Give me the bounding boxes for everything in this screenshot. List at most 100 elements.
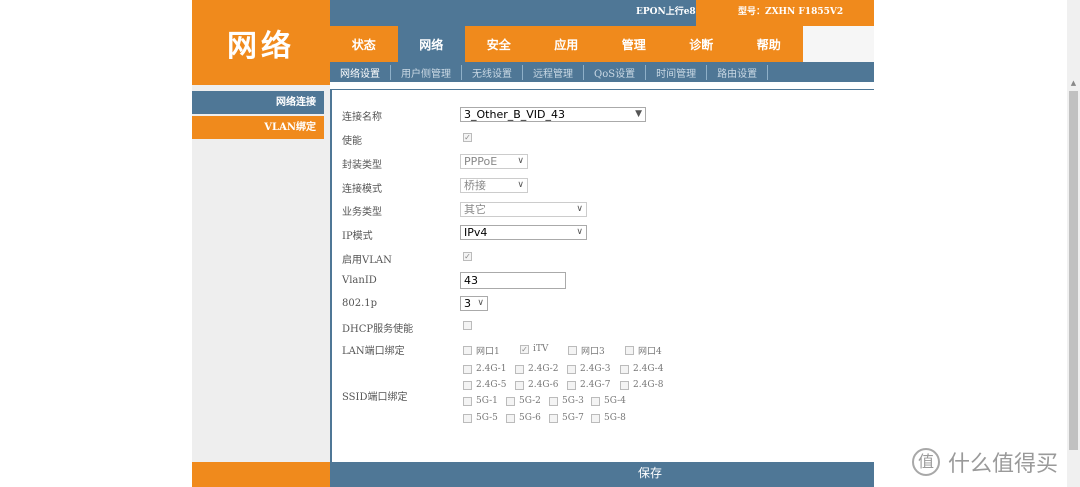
ssid-5g-1[interactable]: 5G-1	[463, 396, 498, 406]
ssid-2g-7-checkbox[interactable]	[567, 380, 576, 390]
lan-port-1-checkbox[interactable]	[463, 346, 472, 355]
ssid-label: 5G-4	[604, 396, 626, 406]
encapsulation-select[interactable]: PPPoE ∨	[460, 154, 528, 169]
ssid-2g-2[interactable]: 2.4G-2	[515, 364, 558, 374]
lan-port-4[interactable]: 网口4	[625, 344, 662, 357]
chevron-down-icon: ∨	[477, 298, 484, 308]
nav-filler	[803, 26, 874, 62]
ssid-5g-7-checkbox[interactable]	[549, 413, 558, 423]
ssid-2g-4-checkbox[interactable]	[620, 364, 629, 374]
ssid-2g-6-checkbox[interactable]	[515, 380, 524, 390]
ssid-5g-7[interactable]: 5G-7	[549, 413, 584, 423]
ssid-5g-3-checkbox[interactable]	[549, 396, 558, 406]
lan-port-itv-checkbox[interactable]: ✓	[520, 344, 529, 354]
watermark-logo-icon: 值	[912, 448, 940, 476]
lan-port-3-checkbox[interactable]	[568, 346, 577, 355]
encapsulation-value: PPPoE	[464, 155, 498, 168]
enable-vlan-checkbox[interactable]: ✓	[463, 252, 472, 261]
connection-mode-value: 桥接	[464, 179, 486, 192]
lan-port-itv[interactable]: ✓ iTV	[520, 344, 548, 354]
chevron-down-icon: ∨	[576, 204, 583, 214]
chevron-down-icon: ∨	[517, 156, 524, 166]
ssid-label: 2.4G-7	[580, 380, 611, 390]
ssid-5g-4-checkbox[interactable]	[591, 396, 600, 406]
subtab-routing[interactable]: 路由设置	[707, 64, 769, 80]
lan-port-3-label: 网口3	[581, 347, 605, 357]
tab-help[interactable]: 帮助	[735, 26, 803, 62]
sidebar-item-vlan-binding[interactable]: VLAN绑定	[192, 116, 324, 139]
ssid-5g-3[interactable]: 5G-3	[549, 396, 584, 406]
ssid-5g-8-checkbox[interactable]	[591, 413, 600, 423]
ssid-label: 2.4G-2	[528, 364, 559, 374]
subtab-wireless[interactable]: 无线设置	[462, 64, 523, 80]
ssid-2g-3[interactable]: 2.4G-3	[567, 364, 610, 374]
ssid-2g-1-checkbox[interactable]	[463, 364, 472, 374]
subtab-network-settings[interactable]: 网络设置	[330, 64, 391, 80]
scrollbar-thumb[interactable]	[1069, 91, 1078, 450]
ssid-5g-6-checkbox[interactable]	[506, 413, 515, 423]
service-type-select[interactable]: 其它 ∨	[460, 202, 587, 217]
ssid-2g-4[interactable]: 2.4G-4	[620, 364, 663, 374]
tab-application[interactable]: 应用	[533, 26, 601, 62]
ssid-label: 2.4G-5	[476, 380, 507, 390]
lan-port-4-label: 网口4	[638, 347, 662, 357]
priority-value: 3	[464, 297, 471, 310]
chevron-down-icon: ∨	[576, 227, 583, 237]
tab-security[interactable]: 安全	[465, 26, 533, 62]
footer-left	[192, 462, 330, 487]
ssid-2g-2-checkbox[interactable]	[515, 364, 524, 374]
connection-name-value: 3_Other_B_VID_43	[464, 108, 566, 121]
ssid-label: 5G-5	[476, 413, 498, 423]
ssid-5g-4[interactable]: 5G-4	[591, 396, 626, 406]
sidebar-item-network-connection[interactable]: 网络连接	[192, 91, 324, 114]
connection-name-select[interactable]: 3_Other_B_VID_43 ▼	[460, 107, 646, 122]
encapsulation-label: 封装类型	[342, 160, 382, 171]
subtab-qos[interactable]: QoS设置	[584, 64, 647, 80]
ssid-5g-2-checkbox[interactable]	[506, 396, 515, 406]
vlan-id-label: VlanID	[342, 275, 377, 286]
chevron-down-icon: ∨	[517, 180, 524, 190]
ssid-5g-1-checkbox[interactable]	[463, 396, 472, 406]
tab-network[interactable]: 网络	[397, 26, 465, 62]
ssid-5g-6[interactable]: 5G-6	[506, 413, 541, 423]
ssid-5g-8[interactable]: 5G-8	[591, 413, 626, 423]
ssid-2g-3-checkbox[interactable]	[567, 364, 576, 374]
ssid-2g-5-checkbox[interactable]	[463, 380, 472, 390]
connection-mode-select[interactable]: 桥接 ∨	[460, 178, 528, 193]
ip-mode-label: IP模式	[342, 231, 373, 242]
watermark-text: 什么值得买	[948, 452, 1059, 477]
service-type-label: 业务类型	[342, 207, 382, 218]
ssid-5g-5-checkbox[interactable]	[463, 413, 472, 423]
ssid-5g-5[interactable]: 5G-5	[463, 413, 498, 423]
subtab-remote[interactable]: 远程管理	[523, 64, 584, 80]
priority-select[interactable]: 3 ∨	[460, 296, 488, 311]
subtab-user-side[interactable]: 用户侧管理	[391, 64, 462, 80]
device-info: EPON上行e8-C	[636, 7, 696, 17]
model-info: 型号：ZXHN F1855V2	[696, 0, 874, 26]
ssid-2g-6[interactable]: 2.4G-6	[515, 380, 558, 390]
ssid-2g-7[interactable]: 2.4G-7	[567, 380, 610, 390]
ssid-2g-5[interactable]: 2.4G-5	[463, 380, 506, 390]
ssid-2g-8-checkbox[interactable]	[620, 380, 629, 390]
lan-port-3[interactable]: 网口3	[568, 344, 605, 357]
enable-checkbox[interactable]: ✓	[463, 133, 472, 142]
tab-management[interactable]: 管理	[600, 26, 668, 62]
ssid-2g-1[interactable]: 2.4G-1	[463, 364, 506, 374]
vlan-id-input[interactable]: 43	[460, 272, 566, 289]
lan-port-1[interactable]: 网口1	[463, 344, 500, 357]
subtab-time[interactable]: 时间管理	[646, 64, 708, 80]
tab-diagnosis[interactable]: 诊断	[668, 26, 736, 62]
lan-port-4-checkbox[interactable]	[625, 346, 634, 355]
tab-status[interactable]: 状态	[330, 26, 398, 62]
ip-mode-select[interactable]: IPv4 ∨	[460, 225, 587, 240]
dhcp-label: DHCP服务使能	[342, 324, 414, 335]
content-panel	[330, 89, 874, 462]
priority-label: 802.1p	[342, 298, 378, 309]
save-button[interactable]: 保存	[620, 463, 680, 485]
ssid-2g-8[interactable]: 2.4G-8	[620, 380, 663, 390]
page-logo-title: 网络	[192, 0, 330, 85]
ssid-label: 2.4G-1	[476, 364, 507, 374]
ssid-5g-2[interactable]: 5G-2	[506, 396, 541, 406]
dhcp-checkbox[interactable]	[463, 321, 472, 330]
scroll-up-arrow-icon[interactable]: ▲	[1069, 79, 1078, 89]
